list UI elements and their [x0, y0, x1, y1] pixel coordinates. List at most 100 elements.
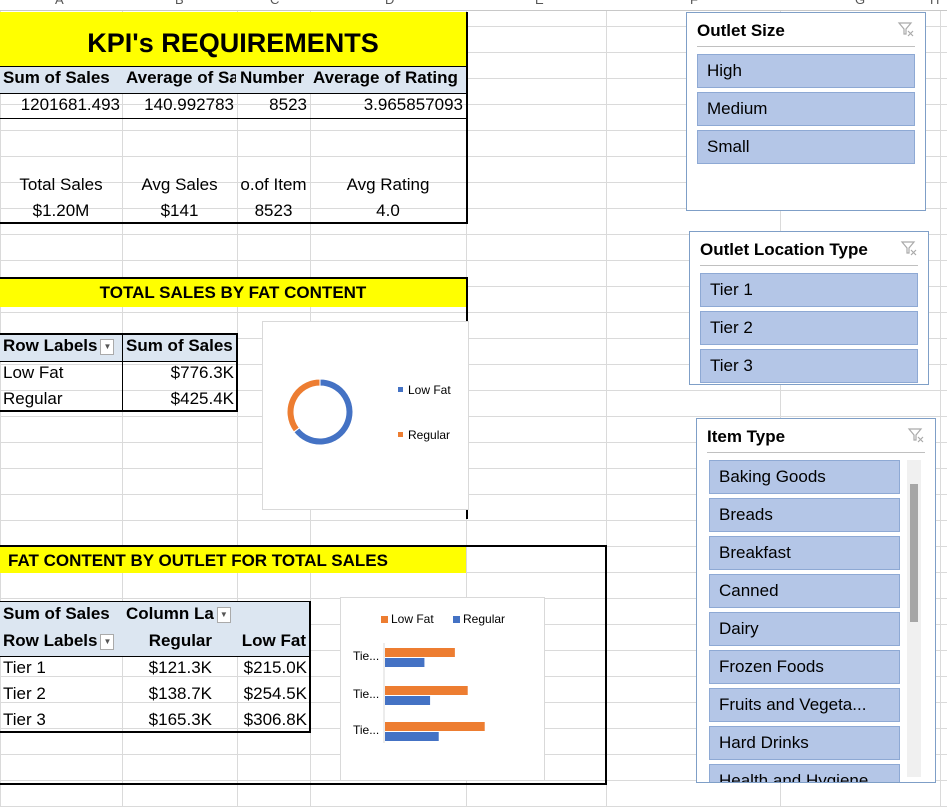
- outlet-col-regular[interactable]: Regular: [122, 631, 212, 651]
- kpi-value-avg-sales[interactable]: 140.992783: [122, 95, 234, 115]
- kpi-header-avg-rating[interactable]: Average of Rating: [313, 68, 463, 88]
- kpi-header-number[interactable]: Number: [240, 68, 310, 88]
- dropdown-arrow-icon[interactable]: ▼: [216, 606, 231, 623]
- fat-pivot-row-labels[interactable]: Row Labels ▼: [3, 336, 121, 356]
- kpi-value-avg-rating[interactable]: 3.965857093: [310, 95, 463, 115]
- kpi-header-sum[interactable]: Sum of Sales: [3, 68, 121, 88]
- outlet-row-label[interactable]: Tier 3: [3, 710, 118, 730]
- column-header-strip: [0, 0, 947, 11]
- card-label-total-sales[interactable]: Total Sales: [0, 175, 122, 195]
- kpi-value-sum[interactable]: 1201681.493: [0, 95, 120, 115]
- col-header-d[interactable]: D: [385, 0, 394, 7]
- outlet-pivot-row-labels[interactable]: Row Labels ▼: [3, 631, 121, 651]
- border-line: [0, 731, 311, 733]
- clear-filter-icon[interactable]: [897, 21, 915, 39]
- bar-low-fat[interactable]: [385, 722, 485, 731]
- col-header-f[interactable]: F: [690, 0, 698, 7]
- card-value-avg-sales[interactable]: $141: [122, 201, 237, 221]
- card-value-total-sales[interactable]: $1.20M: [0, 201, 122, 221]
- dropdown-arrow-icon[interactable]: ▼: [100, 633, 115, 650]
- border-line: [236, 333, 238, 411]
- bar-regular[interactable]: [385, 658, 425, 667]
- legend-swatch-regular: [398, 432, 403, 437]
- outlet-col-lowfat[interactable]: Low Fat: [215, 631, 306, 651]
- kpi-title: KPI's REQUIREMENTS: [0, 12, 466, 74]
- slicer-item[interactable]: Frozen Foods: [709, 650, 900, 684]
- slicer-outlet-size[interactable]: Outlet Size High Medium Small: [686, 12, 926, 211]
- fat-row-value[interactable]: $776.3K: [122, 363, 234, 383]
- col-header-g[interactable]: G: [855, 0, 865, 7]
- slicer-divider: [697, 46, 915, 47]
- kpi-value-number[interactable]: 8523: [237, 95, 307, 115]
- outlet-fat-title: FAT CONTENT BY OUTLET FOR TOTAL SALES: [0, 545, 466, 573]
- card-label-avg-rating[interactable]: Avg Rating: [310, 175, 466, 195]
- donut-legend-regular: Regular: [408, 428, 450, 442]
- slicer-item[interactable]: Breakfast: [709, 536, 900, 570]
- outlet-pivot-sum-header[interactable]: Sum of Sales: [3, 604, 121, 624]
- outlet-row-lowfat[interactable]: $254.5K: [215, 684, 307, 704]
- col-header-h[interactable]: H: [930, 0, 939, 7]
- row-labels-text: Row Labels: [3, 336, 98, 355]
- kpi-header-avg-sales[interactable]: Average of Sa: [126, 68, 236, 88]
- bar-legend-low-fat: Low Fat: [391, 612, 434, 626]
- outlet-row-lowfat[interactable]: $306.8K: [215, 710, 307, 730]
- outlet-row-regular[interactable]: $165.3K: [122, 710, 212, 730]
- slicer-outlet-location[interactable]: Outlet Location Type Tier 1 Tier 2 Tier …: [689, 231, 929, 385]
- outlet-row-label[interactable]: Tier 2: [3, 684, 118, 704]
- bar-chart-svg: Low Fat Regular Tie... Tie... Tie...: [353, 612, 505, 743]
- fat-content-title: TOTAL SALES BY FAT CONTENT: [0, 277, 466, 307]
- bar-category-label: Tie...: [353, 649, 379, 663]
- slicer-item-type[interactable]: Item Type Baking Goods Breads Breakfast …: [696, 418, 936, 783]
- bar-low-fat[interactable]: [385, 686, 468, 695]
- col-header-b[interactable]: B: [175, 0, 184, 7]
- outlet-row-regular[interactable]: $121.3K: [122, 658, 212, 678]
- card-value-avg-rating[interactable]: 4.0: [310, 201, 466, 221]
- slicer-item[interactable]: Tier 2: [700, 311, 918, 345]
- fat-row-label[interactable]: Low Fat: [3, 363, 118, 383]
- bar-legend-regular: Regular: [463, 612, 505, 626]
- outlet-row-label[interactable]: Tier 1: [3, 658, 118, 678]
- slicer-item[interactable]: Tier 3: [700, 349, 918, 383]
- slicer-scrollbar-thumb[interactable]: [910, 484, 918, 622]
- bar-regular[interactable]: [385, 732, 439, 741]
- col-header-e[interactable]: E: [535, 0, 544, 7]
- card-label-avg-sales[interactable]: Avg Sales: [122, 175, 237, 195]
- slicer-item[interactable]: Small: [697, 130, 915, 164]
- dropdown-arrow-icon[interactable]: ▼: [100, 338, 115, 355]
- slicer-item[interactable]: High: [697, 54, 915, 88]
- slicer-item[interactable]: Tier 1: [700, 273, 918, 307]
- donut-chart-svg: Low Fat Regular: [286, 378, 451, 446]
- slicer-item[interactable]: Dairy: [709, 612, 900, 646]
- border-line: [0, 222, 468, 224]
- outlet-pivot-column-labels[interactable]: Column La ▼: [126, 604, 238, 624]
- border-line: [0, 410, 238, 412]
- donut-chart[interactable]: Low Fat Regular: [262, 321, 469, 510]
- slicer-item[interactable]: Health and Hygiene: [709, 764, 900, 782]
- bar-regular[interactable]: [385, 696, 431, 705]
- slicer-title: Outlet Location Type: [700, 240, 868, 259]
- clear-filter-icon[interactable]: [900, 240, 918, 258]
- donut-legend-low-fat: Low Fat: [408, 383, 451, 397]
- border-line: [466, 545, 607, 547]
- clear-filter-icon[interactable]: [907, 427, 925, 445]
- card-value-num-items[interactable]: 8523: [237, 201, 310, 221]
- slicer-item[interactable]: Canned: [709, 574, 900, 608]
- outlet-row-regular[interactable]: $138.7K: [122, 684, 212, 704]
- bar-chart[interactable]: Low Fat Regular Tie... Tie... Tie...: [340, 597, 545, 781]
- slicer-item[interactable]: Medium: [697, 92, 915, 126]
- slicer-item[interactable]: Breads: [709, 498, 900, 532]
- fat-row-value[interactable]: $425.4K: [122, 389, 234, 409]
- slicer-item[interactable]: Baking Goods: [709, 460, 900, 494]
- fat-pivot-sum-header[interactable]: Sum of Sales: [126, 336, 236, 356]
- slicer-item[interactable]: Fruits and Vegeta...: [709, 688, 900, 722]
- col-header-a[interactable]: A: [55, 0, 64, 7]
- bar-low-fat[interactable]: [385, 648, 455, 657]
- donut-slice-regular[interactable]: [286, 378, 321, 433]
- slicer-item[interactable]: Hard Drinks: [709, 726, 900, 760]
- col-divider: [940, 0, 941, 807]
- outlet-row-lowfat[interactable]: $215.0K: [215, 658, 307, 678]
- card-label-num-items[interactable]: o.of Item: [237, 175, 310, 195]
- fat-row-label[interactable]: Regular: [3, 389, 118, 409]
- col-header-c[interactable]: C: [270, 0, 279, 7]
- border-line: [122, 333, 123, 411]
